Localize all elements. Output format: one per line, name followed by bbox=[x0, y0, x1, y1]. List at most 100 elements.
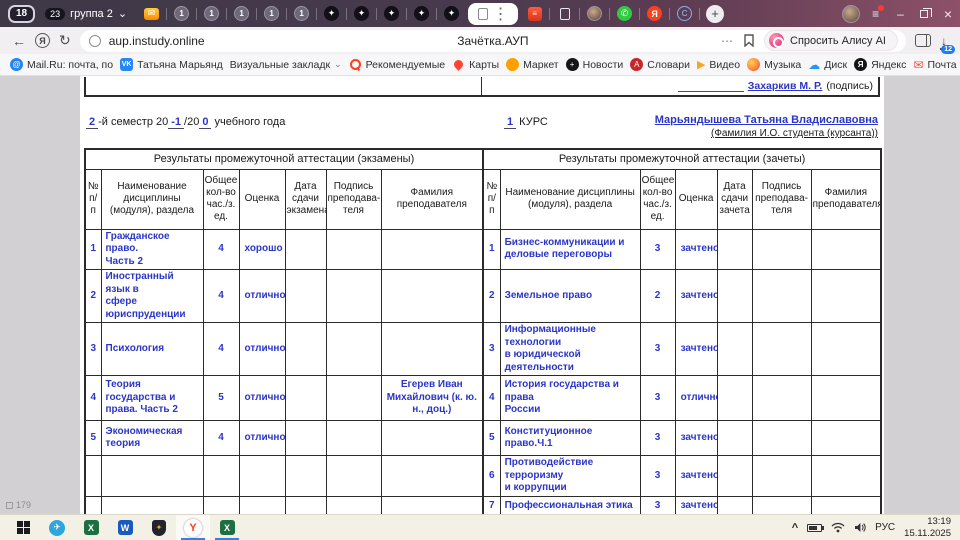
tab-avatar[interactable]: 1 bbox=[259, 3, 284, 25]
taskbar-yandex-browser[interactable]: Y bbox=[176, 515, 210, 540]
restore-icon[interactable] bbox=[920, 10, 928, 18]
tab-group-count-badge[interactable]: 18 bbox=[8, 5, 35, 23]
cell-exam-num bbox=[85, 496, 101, 514]
bookmark-market[interactable]: Маркет bbox=[506, 58, 559, 71]
wifi-icon[interactable] bbox=[831, 522, 845, 533]
taskbar-excel[interactable]: X bbox=[74, 515, 108, 540]
bookmark-video[interactable]: ▶Видео bbox=[697, 58, 740, 71]
bookmark-disk[interactable]: ☁Диск bbox=[808, 58, 847, 72]
tab-separator bbox=[699, 8, 700, 20]
news-icon: + bbox=[566, 58, 579, 71]
ask-alice-button[interactable]: Спросить Алису AI bbox=[765, 31, 897, 50]
bookmark-mailru[interactable]: @Mail.Ru: почта, по bbox=[10, 58, 113, 71]
chevron-down-icon: ⌄ bbox=[118, 7, 127, 20]
cell-credit-teacher bbox=[811, 456, 881, 497]
bookmark-maps[interactable]: Карты bbox=[452, 59, 499, 71]
back-icon[interactable]: ← bbox=[12, 33, 26, 49]
sparkle-icon: ✦ bbox=[354, 6, 369, 21]
close-icon[interactable]: × bbox=[944, 9, 952, 19]
tab-service[interactable]: ≡ bbox=[522, 3, 547, 25]
bookmark-yandex[interactable]: ЯЯндекс bbox=[854, 58, 906, 71]
tab-menu-dots-icon[interactable]: ⋮ bbox=[493, 4, 509, 24]
new-tab-button[interactable]: + bbox=[706, 5, 724, 23]
cell-credit-sign bbox=[752, 496, 811, 514]
tab-separator bbox=[346, 8, 347, 20]
tab-alice[interactable]: ✦ bbox=[379, 3, 404, 25]
play-icon: ▶ bbox=[697, 58, 705, 71]
taskbar-excel-open[interactable]: X bbox=[210, 515, 244, 540]
tab-active-document[interactable]: ⋮ bbox=[468, 3, 518, 25]
year-value: -1 bbox=[168, 116, 184, 129]
start-button[interactable] bbox=[6, 515, 40, 540]
tab-alice[interactable]: ✦ bbox=[349, 3, 374, 25]
counter-icon bbox=[6, 502, 13, 509]
speaker-icon[interactable] bbox=[854, 522, 866, 533]
bookmark-dictionaries[interactable]: АСловари bbox=[630, 58, 690, 71]
cell-credit-hours: 3 bbox=[640, 496, 675, 514]
downloads-button[interactable]: ↓ 12 bbox=[940, 32, 948, 50]
taskbar-clock[interactable]: 13:19 15.11.2025 bbox=[904, 516, 951, 539]
taskbar-emblem[interactable]: ✦ bbox=[142, 515, 176, 540]
search-icon bbox=[349, 58, 362, 71]
cell-credit-teacher bbox=[811, 496, 881, 514]
tray-expand-icon[interactable]: ^ bbox=[792, 522, 798, 534]
tab-alice[interactable]: ✦ bbox=[439, 3, 464, 25]
bookmark-recommended[interactable]: Рекомендуемые bbox=[349, 58, 446, 71]
tab-yandex[interactable]: Я bbox=[642, 3, 667, 25]
mailru-icon: @ bbox=[10, 58, 23, 71]
bookmark-visual[interactable]: Визуальные закладк⌄ bbox=[230, 59, 342, 71]
url-text[interactable]: aup.instudy.online bbox=[109, 34, 205, 48]
site-security-icon[interactable] bbox=[89, 35, 101, 47]
browser-menu-icon[interactable]: ≡ bbox=[872, 7, 879, 21]
tab-group-pill[interactable]: 23 группа 2 ⌄ bbox=[45, 7, 127, 20]
column-header: Дата сдачи экзамена bbox=[285, 169, 326, 229]
tab-bar: 18 23 группа 2 ⌄ ✉ 1 1 1 1 1 ✦ ✦ ✦ ✦ bbox=[0, 0, 960, 27]
word-icon: W bbox=[118, 520, 133, 535]
address-bar[interactable]: aup.instudy.online Зачётка.АУП ⋯ Спросит… bbox=[80, 30, 906, 52]
tab-document[interactable] bbox=[552, 3, 577, 25]
cell-exam-teacher bbox=[381, 421, 483, 456]
yandex-icon: Я bbox=[854, 58, 867, 71]
cell-exam-date bbox=[285, 421, 326, 456]
bookmark-icon[interactable] bbox=[744, 34, 754, 47]
keyboard-language[interactable]: РУС bbox=[875, 522, 895, 533]
tab-separator bbox=[579, 8, 580, 20]
column-header: Оценка bbox=[675, 169, 717, 229]
tab-avatar[interactable]: 1 bbox=[169, 3, 194, 25]
tab-alice[interactable]: ✦ bbox=[319, 3, 344, 25]
tab-avatar[interactable]: 1 bbox=[199, 3, 224, 25]
bookmark-label: Почта bbox=[927, 59, 956, 71]
tab-mail[interactable]: ✉ bbox=[139, 3, 164, 25]
tab-avatar[interactable]: 1 bbox=[289, 3, 314, 25]
cell-credit-name: Информационные технологии в юридической … bbox=[500, 323, 640, 376]
sidebar-panels-icon[interactable] bbox=[915, 34, 931, 47]
chevron-down-icon: ⌄ bbox=[334, 59, 342, 70]
tab-whatsapp[interactable]: ✆ bbox=[612, 3, 637, 25]
bookmark-news[interactable]: + Новости bbox=[566, 58, 624, 71]
cell-exam-name: Экономическая теория bbox=[101, 421, 203, 456]
more-actions-icon[interactable]: ⋯ bbox=[721, 34, 733, 48]
tab-avatar[interactable]: 1 bbox=[229, 3, 254, 25]
vk-icon: VK bbox=[120, 58, 133, 71]
taskbar-word[interactable]: W bbox=[108, 515, 142, 540]
bookmark-vk[interactable]: VKТатьяна Марьянд bbox=[120, 58, 223, 71]
bookmark-mail[interactable]: ✉ Почта bbox=[913, 58, 956, 72]
tab-alice[interactable]: ✦ bbox=[409, 3, 434, 25]
tab-profile[interactable] bbox=[582, 3, 607, 25]
tab-site[interactable]: C bbox=[672, 3, 697, 25]
crest-icon: ✦ bbox=[152, 520, 166, 536]
battery-icon[interactable] bbox=[807, 524, 822, 532]
minimize-icon[interactable]: – bbox=[897, 7, 904, 21]
user-avatar[interactable] bbox=[842, 5, 860, 23]
cell-credit-date bbox=[717, 496, 752, 514]
dictionary-icon: А bbox=[630, 58, 643, 71]
site-icon: C bbox=[677, 6, 692, 21]
downloads-badge: 12 bbox=[941, 45, 955, 54]
reload-icon[interactable]: ↻ bbox=[59, 32, 71, 49]
bookmark-music[interactable]: Музыка bbox=[747, 58, 801, 71]
yandex-button-icon[interactable]: Я bbox=[35, 33, 50, 48]
envelope-icon: ✉ bbox=[913, 58, 923, 72]
taskbar-telegram[interactable]: ✈ bbox=[40, 515, 74, 540]
bookmark-label: Новости bbox=[583, 59, 624, 71]
cell-credit-name: Профессиональная этика bbox=[500, 496, 640, 514]
